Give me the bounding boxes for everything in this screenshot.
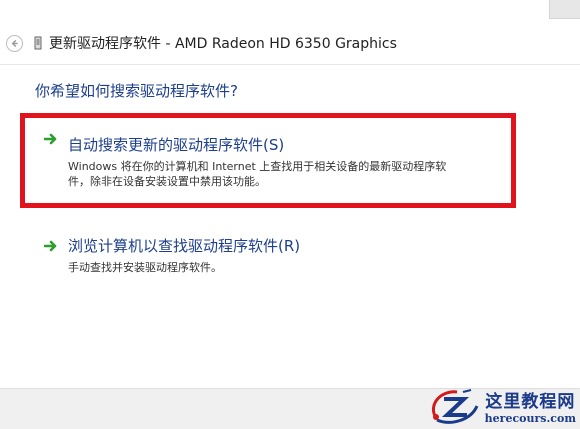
back-button[interactable]	[6, 34, 23, 52]
search-question-heading: 你希望如何搜索驱动程序软件?	[35, 82, 238, 100]
option-auto-search-title: 自动搜索更新的驱动程序软件(S)	[68, 136, 285, 154]
watermark-name: 这里教程网	[485, 392, 576, 412]
back-arrow-icon	[11, 39, 18, 47]
window-title: 更新驱动程序软件 - AMD Radeon HD 6350 Graphics	[49, 36, 397, 52]
option-browse-computer[interactable]: 浏览计算机以查找驱动程序软件(R) 手动查找并安装驱动程序软件。	[26, 227, 514, 277]
divider	[0, 64, 580, 65]
title-bar: 更新驱动程序软件 - AMD Radeon HD 6350 Graphics	[6, 28, 580, 58]
device-icon	[33, 36, 42, 51]
watermark-domain: herecours.com	[484, 412, 576, 425]
watermark-logo-icon	[431, 389, 479, 424]
option-browse-computer-description: 手动查找并安装驱动程序软件。	[68, 261, 222, 274]
option-auto-search[interactable]: 自动搜索更新的驱动程序软件(S) Windows 将在你的计算机和 Intern…	[26, 118, 514, 206]
option-auto-search-description: Windows 将在你的计算机和 Internet 上查找用于相关设备的最新驱动…	[68, 159, 514, 189]
option-browse-computer-title: 浏览计算机以查找驱动程序软件(R)	[68, 237, 301, 255]
green-arrow-icon	[44, 133, 57, 145]
option-auto-search-desc-line1: Windows 将在你的计算机和 Internet 上查找用于相关设备的最新驱动…	[68, 160, 447, 173]
option-auto-search-desc-line2: 件，除非在设备安装设置中禁用该功能。	[68, 175, 266, 188]
site-watermark: 这里教程网 herecours.com	[427, 386, 576, 426]
close-button[interactable]	[549, 0, 580, 19]
green-arrow-icon	[44, 240, 57, 252]
